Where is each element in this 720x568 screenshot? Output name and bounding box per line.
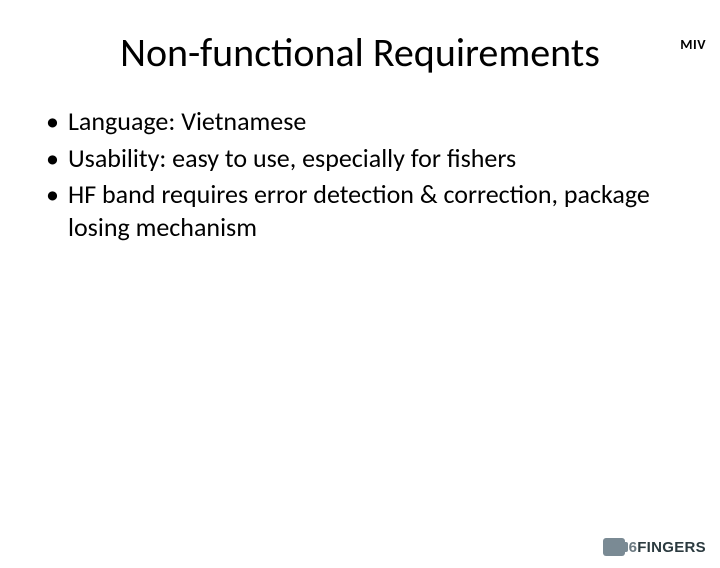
list-item: Usability: easy to use, especially for f… (42, 142, 678, 175)
bullet-list: Language: Vietnamese Usability: easy to … (42, 105, 678, 243)
slide-title: Non-functional Requirements (0, 28, 720, 77)
footer-logo: 6FINGERS (603, 538, 706, 556)
list-item: HF band requires error detection & corre… (42, 178, 678, 243)
corner-brand-label: MIV (680, 36, 706, 53)
list-item: Language: Vietnamese (42, 105, 678, 138)
hand-icon (603, 538, 625, 556)
footer-logo-text: 6FINGERS (629, 539, 706, 556)
